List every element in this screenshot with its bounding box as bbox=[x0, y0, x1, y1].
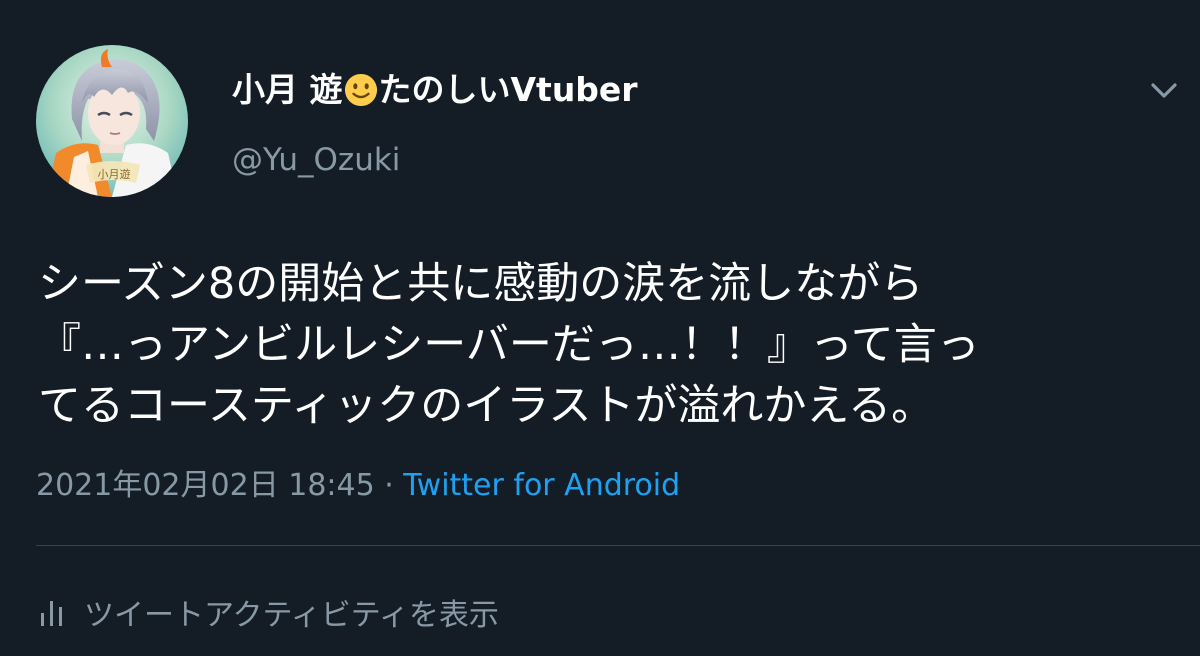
meta-separator: · bbox=[374, 468, 404, 503]
display-name-part2: たのしいVtuber bbox=[378, 70, 638, 109]
tweet-text-line: シーズン8の開始と共に感動の涙を流しながら bbox=[38, 259, 924, 309]
view-tweet-activity-button[interactable]: ツイートアクティビティを表示 bbox=[36, 590, 499, 634]
tweet-text: シーズン8の開始と共に感動の涙を流しながら 『…っアンビルレシーバーだっ…！！』… bbox=[38, 254, 1178, 437]
display-name[interactable]: 小月 遊 たのしいVtuber bbox=[232, 68, 638, 112]
activity-label: ツイートアクティビティを表示 bbox=[84, 598, 499, 633]
avatar-illustration: 小月遊 bbox=[36, 45, 188, 197]
divider bbox=[36, 545, 1200, 546]
tweet-text-line: てるコースティックのイラストが溢れかえる。 bbox=[38, 381, 935, 431]
chevron-down-icon[interactable] bbox=[1146, 72, 1182, 108]
bar-chart-icon bbox=[41, 601, 62, 626]
svg-text:小月遊: 小月遊 bbox=[98, 167, 131, 181]
display-name-part1: 小月 遊 bbox=[232, 70, 343, 109]
tweet-meta: 2021年02月02日 18:45 · Twitter for Android bbox=[36, 466, 680, 506]
slightly-smiling-face-emoji bbox=[344, 73, 377, 107]
avatar[interactable]: 小月遊 bbox=[36, 45, 188, 197]
user-handle[interactable]: @Yu_Ozuki bbox=[232, 139, 400, 181]
timestamp[interactable]: 2021年02月02日 18:45 bbox=[36, 468, 375, 503]
tweet-text-line: 『…っアンビルレシーバーだっ…！！』って言っ bbox=[38, 320, 980, 370]
source-link[interactable]: Twitter for Android bbox=[403, 468, 680, 503]
tweet-detail: 小月遊 小月 遊 たのしいVtuber @Yu_Ozuki シーズン8の開始と共… bbox=[0, 0, 1200, 656]
